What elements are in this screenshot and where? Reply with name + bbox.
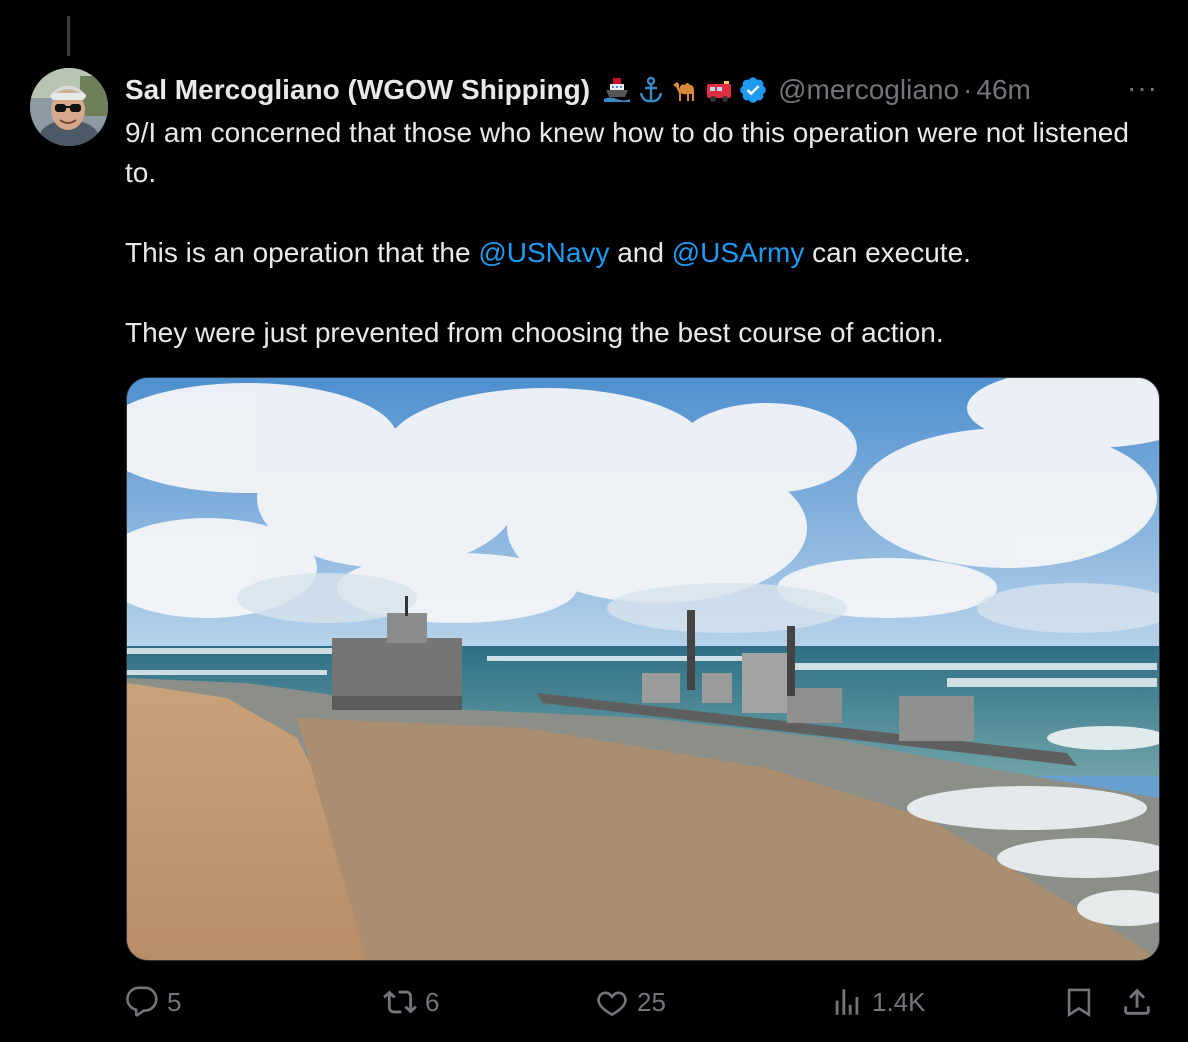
- tweet-photo[interactable]: [126, 377, 1160, 961]
- fire-engine-emoji-icon: [707, 81, 732, 102]
- thread-connector-line: [67, 16, 70, 56]
- tweet-text-fragment: This is an operation that the: [125, 237, 479, 268]
- author-emojis: [602, 75, 734, 105]
- ship-emoji-icon: [604, 78, 631, 102]
- author-handle[interactable]: @mercogliano: [778, 74, 959, 106]
- more-options-button[interactable]: ···: [1127, 72, 1158, 104]
- tweet-text-fragment: and: [609, 237, 672, 268]
- anchor-emoji-icon: [639, 76, 663, 103]
- camel-emoji-icon: [673, 82, 695, 101]
- bookmark-button[interactable]: [1062, 985, 1096, 1019]
- views-chart-icon: [835, 989, 859, 1015]
- tweet-timestamp[interactable]: 46m: [976, 74, 1030, 106]
- tweet-paragraph-1: 9/I am concerned that those who knew how…: [125, 117, 1129, 188]
- views-button[interactable]: 1.4K: [830, 985, 926, 1019]
- tweet-text: 9/I am concerned that those who knew how…: [125, 113, 1155, 353]
- share-button[interactable]: [1120, 985, 1154, 1019]
- heart-icon: [597, 991, 627, 1017]
- retweet-count: 6: [425, 986, 440, 1017]
- reply-count: 5: [167, 986, 182, 1017]
- author-name[interactable]: Sal Mercogliano (WGOW Shipping): [125, 74, 590, 106]
- like-count: 25: [637, 986, 666, 1017]
- retweet-button[interactable]: 6: [383, 985, 439, 1019]
- tweet-paragraph-2: This is an operation that the @USNavy an…: [125, 233, 1155, 273]
- tweet-paragraph-3: They were just prevented from choosing t…: [125, 317, 944, 348]
- like-button[interactable]: 25: [595, 985, 666, 1019]
- reply-button[interactable]: 5: [125, 985, 181, 1019]
- retweet-icon: [383, 990, 417, 1014]
- bookmark-icon: [1067, 988, 1091, 1018]
- header-separator: ·: [963, 74, 973, 105]
- tweet-text-fragment: can execute.: [804, 237, 971, 268]
- verified-badge-icon: [740, 77, 766, 103]
- tweet-actions-bar: 5 6 25 1.4K: [125, 985, 1160, 1027]
- view-count: 1.4K: [872, 986, 926, 1017]
- author-avatar[interactable]: [30, 68, 108, 146]
- mention-usarmy-link[interactable]: @USArmy: [672, 237, 805, 268]
- tweet-header: Sal Mercogliano (WGOW Shipping) @mercogl…: [125, 70, 1158, 110]
- share-icon: [1124, 988, 1150, 1015]
- mention-usnavy-link[interactable]: @USNavy: [478, 237, 609, 268]
- reply-icon: [126, 986, 158, 1017]
